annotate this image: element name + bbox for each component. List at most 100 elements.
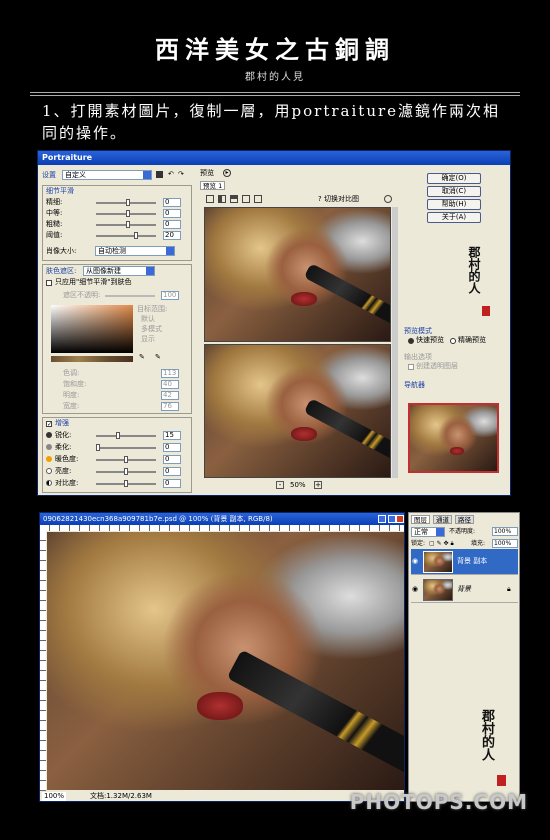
fast-preview-radio[interactable] xyxy=(408,338,414,344)
slider-label: 阈值: xyxy=(46,231,63,239)
compare-icon[interactable] xyxy=(254,195,262,203)
grid-view-icon[interactable] xyxy=(242,195,250,203)
layer-row-background-copy[interactable]: ◉ 背景 副本 xyxy=(411,549,518,575)
navigator-thumbnail[interactable] xyxy=(408,403,499,473)
slider-knob[interactable] xyxy=(124,456,128,463)
minimize-button[interactable] xyxy=(378,515,386,523)
skin-mask-select[interactable]: 从图像新建 xyxy=(83,266,155,276)
zoom-status[interactable]: 100% xyxy=(42,792,67,801)
enhance-row-value[interactable]: 0 xyxy=(163,443,181,452)
horizontal-ruler xyxy=(40,525,404,531)
help-button[interactable]: 帮助(H) xyxy=(427,199,481,210)
close-button[interactable] xyxy=(396,515,404,523)
mask-option[interactable]: 多模式 xyxy=(141,325,162,334)
skin-checkbox[interactable] xyxy=(46,280,52,286)
settings-icon[interactable] xyxy=(384,195,392,203)
layer-row-background[interactable]: ◉ 背景 🔒︎ xyxy=(411,577,518,603)
saxophone xyxy=(226,649,404,777)
slider-row[interactable]: 精细: 0 xyxy=(46,198,190,207)
transparent-layer-checkbox[interactable] xyxy=(408,364,414,370)
undo-icon[interactable]: ↶ xyxy=(168,170,174,179)
mask-option[interactable]: 显示 xyxy=(141,335,155,344)
color-field-value[interactable]: 42 xyxy=(161,391,179,400)
color-field-value[interactable]: 76 xyxy=(161,402,179,411)
enhance-row-value[interactable]: 0 xyxy=(163,455,181,464)
slider-knob[interactable] xyxy=(126,210,130,217)
maximize-button[interactable] xyxy=(388,515,396,523)
enhance-panel: ✓ 增强 锐化: 15 柔化: 0 暖色度: 0 亮度: 0 对比度: 0 xyxy=(42,417,192,493)
slider-knob[interactable] xyxy=(134,232,138,239)
preset-select[interactable]: 自定义 xyxy=(62,170,152,180)
document-canvas[interactable] xyxy=(47,532,404,790)
soften-icon xyxy=(46,444,52,450)
eye-icon[interactable]: ◉ xyxy=(412,557,418,566)
color-field-value[interactable]: 113 xyxy=(161,369,179,378)
accurate-preview-radio[interactable] xyxy=(450,338,456,344)
preview-scrollbar[interactable] xyxy=(392,207,398,478)
lock-icons[interactable]: ▢ ✎ ✥ 🔒︎ xyxy=(429,539,454,548)
blend-mode-select[interactable]: 正常 xyxy=(411,527,445,537)
enhance-row-value[interactable]: 0 xyxy=(163,467,181,476)
contrast-icon xyxy=(46,480,52,486)
slider-value[interactable]: 0 xyxy=(163,198,181,207)
tab-preview-1[interactable]: 预览 1 xyxy=(200,181,226,190)
slider-track[interactable] xyxy=(96,235,156,237)
enhance-checkbox[interactable]: ✓ xyxy=(46,421,52,428)
slider-knob[interactable] xyxy=(126,199,130,206)
ok-button[interactable]: 确定(O) xyxy=(427,173,481,184)
tab-paths[interactable]: 路径 xyxy=(455,515,474,524)
color-field-label: 色调: xyxy=(63,369,80,377)
slider-knob[interactable] xyxy=(116,432,120,439)
color-picker[interactable] xyxy=(51,305,133,353)
eyedropper-plus-icon[interactable]: ✎ xyxy=(155,353,161,362)
cancel-button[interactable]: 取消(C) xyxy=(427,186,481,197)
about-button[interactable]: 关于(A) xyxy=(427,212,481,223)
slider-knob[interactable] xyxy=(124,468,128,475)
watermark: PHOTOPS.COM xyxy=(349,790,528,814)
page-title: 西洋美女之古銅調 xyxy=(155,35,395,64)
lips xyxy=(197,692,243,720)
preview-image-before[interactable] xyxy=(204,207,391,342)
mask-opacity-value[interactable]: 100 xyxy=(161,291,179,300)
opacity-value[interactable]: 100% xyxy=(492,527,518,536)
enhance-row-value[interactable]: 15 xyxy=(163,431,181,440)
tab-channels[interactable]: 通道 xyxy=(433,515,452,524)
enhance-row[interactable]: 对比度: 0 xyxy=(46,479,190,488)
enhance-row-value[interactable]: 0 xyxy=(163,479,181,488)
preview-toggle-icon[interactable]: ▸ xyxy=(223,169,231,177)
feature-size-select[interactable]: 自动检测 xyxy=(95,246,175,256)
slider-label: 中等: xyxy=(46,209,63,217)
split-vertical-icon[interactable] xyxy=(218,195,226,203)
save-icon[interactable] xyxy=(156,171,163,178)
split-horizontal-icon[interactable] xyxy=(230,195,238,203)
slider-knob[interactable] xyxy=(96,444,100,451)
tab-layers[interactable]: 图层 xyxy=(411,515,430,524)
slider-value[interactable]: 0 xyxy=(163,220,181,229)
single-view-icon[interactable] xyxy=(206,195,214,203)
slider-track[interactable] xyxy=(96,435,156,437)
slider-value[interactable]: 20 xyxy=(163,231,181,240)
slider-knob[interactable] xyxy=(124,480,128,487)
slider-knob[interactable] xyxy=(126,221,130,228)
slider-row[interactable]: 阈值: 20 xyxy=(46,231,190,240)
mask-option[interactable]: 默认 xyxy=(141,315,155,324)
zoom-in-button[interactable]: + xyxy=(314,481,322,489)
color-field-label: 饱和度: xyxy=(63,380,87,388)
eyedropper-icon[interactable]: ✎ xyxy=(139,353,145,362)
mask-opacity-slider[interactable] xyxy=(105,295,155,297)
zoom-out-button[interactable]: - xyxy=(276,481,284,489)
enhance-row[interactable]: 锐化: 15 xyxy=(46,431,190,440)
redo-icon[interactable]: ↷ xyxy=(178,170,184,179)
fill-value[interactable]: 100% xyxy=(492,539,518,548)
slider-value[interactable]: 0 xyxy=(163,209,181,218)
enhance-row[interactable]: 亮度: 0 xyxy=(46,467,190,476)
slider-row[interactable]: 粗糙: 0 xyxy=(46,220,190,229)
enhance-row[interactable]: 暖色度: 0 xyxy=(46,455,190,464)
preview-image-after[interactable] xyxy=(204,344,391,478)
enhance-row[interactable]: 柔化: 0 xyxy=(46,443,190,452)
color-field-value[interactable]: 40 xyxy=(161,380,179,389)
eye-icon[interactable]: ◉ xyxy=(412,585,418,594)
slider-row[interactable]: 中等: 0 xyxy=(46,209,190,218)
slider-track[interactable] xyxy=(96,447,156,449)
skin-mask-label: 肤色遮区: xyxy=(46,267,77,275)
